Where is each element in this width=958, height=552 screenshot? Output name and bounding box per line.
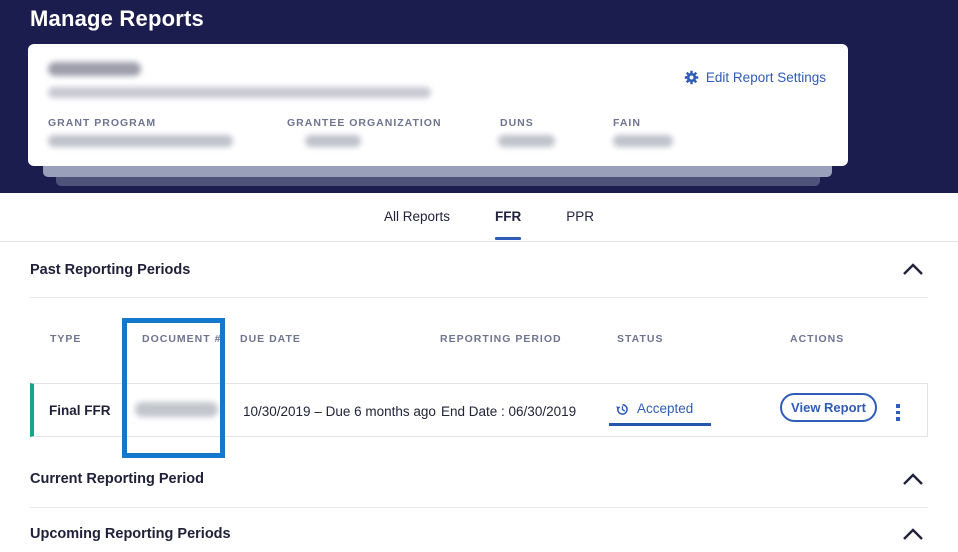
reporting-period-cell: End Date : 06/30/2019 — [441, 404, 577, 419]
gear-icon — [684, 70, 699, 85]
grant-summary-card: Edit Report Settings GRANT PROGRAM GRANT… — [28, 44, 848, 166]
tab-all-reports[interactable]: All Reports — [384, 209, 450, 242]
column-header-status: STATUS — [617, 333, 664, 345]
page-title: Manage Reports — [30, 6, 204, 31]
history-icon — [616, 403, 628, 415]
collapse-chevron-upcoming[interactable] — [901, 526, 925, 542]
redacted-duns-value — [498, 135, 555, 147]
tab-all-reports-label: All Reports — [383, 209, 450, 224]
redacted-grantee-organization-value — [305, 135, 361, 147]
status-link[interactable]: Accepted — [615, 401, 693, 416]
redacted-grant-number — [48, 62, 141, 76]
view-report-button[interactable]: View Report — [780, 393, 877, 422]
kebab-dot — [896, 417, 900, 421]
grant-program-label: GRANT PROGRAM — [48, 117, 157, 129]
duns-label: DUNS — [500, 117, 534, 129]
collapse-chevron-current[interactable] — [901, 471, 925, 487]
report-type-cell: Final FFR — [49, 403, 111, 418]
report-tabs: All Reports FFR PPR — [0, 193, 958, 242]
tab-ppr[interactable]: PPR — [566, 209, 594, 242]
redacted-fain-value — [613, 135, 673, 147]
kebab-dot — [896, 410, 900, 414]
current-reporting-period-title: Current Reporting Period — [30, 471, 205, 487]
column-header-due-date: DUE DATE — [240, 333, 301, 345]
status-badge: Accepted — [637, 401, 694, 416]
kebab-dot — [896, 404, 900, 408]
edit-report-settings-label: Edit Report Settings — [705, 70, 826, 85]
edit-report-settings-link[interactable]: Edit Report Settings — [684, 70, 826, 85]
section-divider — [30, 297, 928, 298]
manage-reports-page: Manage Reports Edit Report Settings GRAN… — [0, 0, 958, 552]
document-column-highlight-box — [122, 318, 225, 458]
past-reporting-periods-title: Past Reporting Periods — [30, 262, 191, 278]
collapse-chevron-past[interactable] — [901, 261, 925, 277]
status-underline — [609, 423, 711, 426]
due-date-cell: 10/30/2019 – Due 6 months ago — [243, 404, 436, 419]
hero-banner: Manage Reports Edit Report Settings GRAN… — [0, 0, 958, 193]
redacted-grant-program-value — [48, 135, 233, 147]
tab-ffr[interactable]: FFR — [495, 209, 521, 242]
card-stack-bar-front — [43, 166, 832, 177]
fain-label: FAIN — [613, 117, 641, 129]
section-divider — [30, 507, 928, 508]
tab-ffr-label: FFR — [495, 209, 522, 224]
row-actions-menu-icon[interactable] — [894, 402, 902, 423]
column-header-reporting-period: REPORTING PERIOD — [440, 333, 562, 345]
active-tab-underline — [495, 237, 522, 240]
upcoming-reporting-periods-title: Upcoming Reporting Periods — [30, 526, 231, 542]
tab-ppr-label: PPR — [566, 209, 595, 224]
grantee-organization-label: GRANTEE ORGANIZATION — [287, 117, 442, 129]
column-header-actions: ACTIONS — [790, 333, 845, 345]
redacted-grant-title — [48, 87, 431, 98]
column-header-type: TYPE — [50, 333, 82, 345]
